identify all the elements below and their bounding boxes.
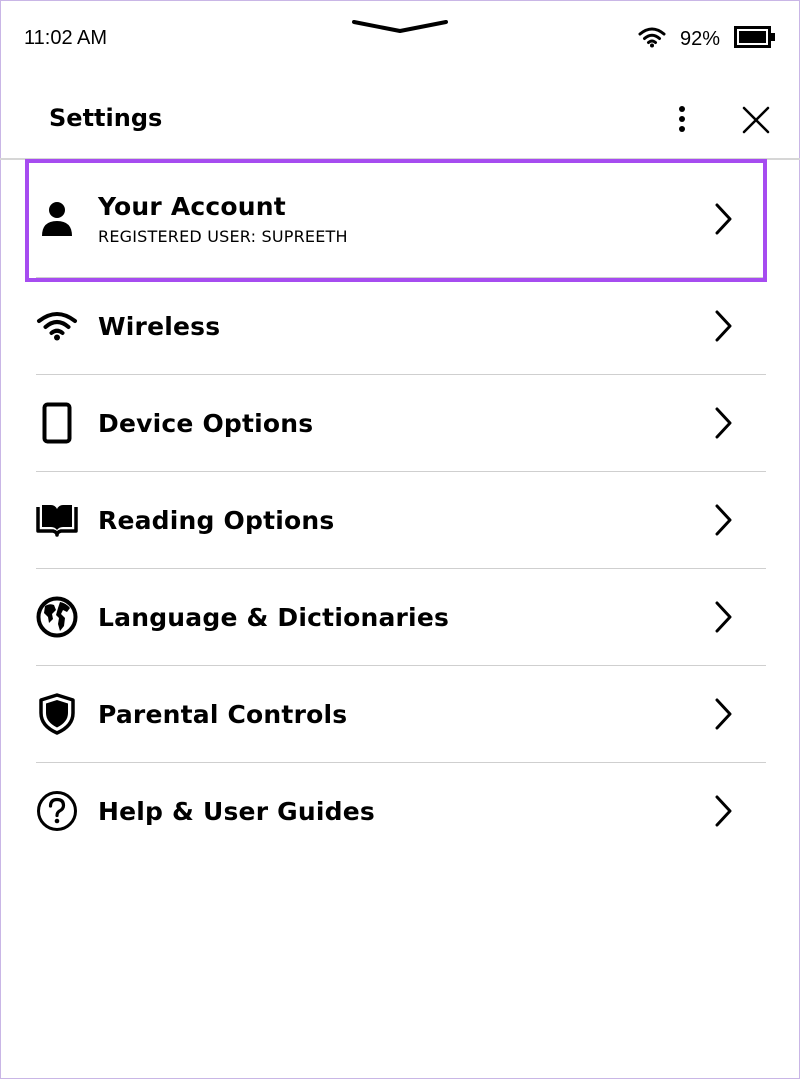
person-icon [36, 198, 78, 240]
settings-item-label: Parental Controls [98, 699, 348, 729]
status-time: 11:02 AM [24, 27, 108, 49]
chevron-right-icon [712, 309, 734, 343]
chevron-right-icon [712, 697, 734, 731]
settings-item-your-account[interactable]: Your Account REGISTERED USER: SUPREETH [36, 160, 766, 278]
settings-list: Your Account REGISTERED USER: SUPREETH W… [36, 160, 766, 859]
settings-item-label: Wireless [98, 311, 221, 341]
chevron-right-icon [712, 794, 734, 828]
settings-item-label: Reading Options [98, 505, 335, 535]
chevron-right-icon [712, 406, 734, 440]
device-icon [36, 402, 78, 444]
battery-icon [734, 26, 776, 52]
pull-down-handle-icon[interactable] [352, 18, 448, 36]
settings-item-reading-options[interactable]: Reading Options [36, 472, 766, 569]
settings-item-help-user-guides[interactable]: Help & User Guides [36, 763, 766, 859]
close-icon[interactable] [740, 104, 772, 136]
settings-item-wireless[interactable]: Wireless [36, 278, 766, 375]
shield-icon [36, 693, 78, 735]
page-title: Settings [49, 104, 163, 132]
settings-item-parental-controls[interactable]: Parental Controls [36, 666, 766, 763]
chevron-right-icon [712, 202, 734, 236]
more-options-icon[interactable] [668, 102, 696, 136]
globe-icon [36, 596, 78, 638]
wifi-icon [36, 305, 78, 347]
status-indicators: 92% [638, 24, 776, 54]
settings-item-label: Language & Dictionaries [98, 602, 450, 632]
settings-item-label: Device Options [98, 408, 314, 438]
help-icon [36, 790, 78, 832]
settings-item-device-options[interactable]: Device Options [36, 375, 766, 472]
settings-item-language-dictionaries[interactable]: Language & Dictionaries [36, 569, 766, 666]
battery-percentage: 92% [679, 27, 720, 50]
wifi-icon [638, 26, 666, 52]
settings-item-label: Your Account [98, 191, 286, 221]
chevron-right-icon [712, 503, 734, 537]
settings-item-label: Help & User Guides [98, 796, 375, 826]
settings-item-sublabel: REGISTERED USER: SUPREETH [98, 226, 348, 246]
chevron-right-icon [712, 600, 734, 634]
book-icon [36, 499, 78, 541]
